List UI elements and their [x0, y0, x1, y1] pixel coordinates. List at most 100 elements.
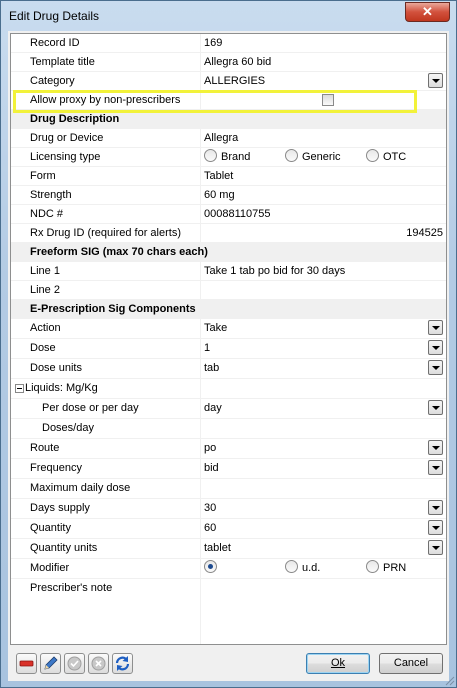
action-row: Action Take	[11, 319, 446, 339]
per-dose-label: Per dose or per day	[29, 399, 201, 418]
form-value[interactable]: Tablet	[202, 167, 446, 186]
max-daily-row: Maximum daily dose	[11, 479, 446, 499]
licensing-otc-option[interactable]: OTC	[366, 148, 406, 166]
radio-button[interactable]	[366, 149, 379, 162]
template-title-label: Template title	[29, 53, 201, 72]
record-id-value[interactable]: 169	[202, 34, 446, 53]
route-row: Route po	[11, 439, 446, 459]
drug-or-device-value[interactable]: Allegra	[202, 129, 446, 148]
action-label: Action	[29, 319, 201, 338]
frequency-label: Frequency	[29, 459, 201, 478]
sig-line2-value[interactable]	[202, 281, 446, 300]
close-icon: ✕	[422, 4, 433, 19]
delete-button[interactable]	[16, 653, 37, 674]
dose-select[interactable]: 1	[202, 339, 446, 358]
close-circle-icon	[91, 656, 106, 671]
quantity-select[interactable]: 60	[202, 519, 446, 538]
licensing-generic-option[interactable]: Generic	[285, 148, 341, 166]
resize-grip-icon[interactable]	[445, 676, 455, 686]
licensing-generic-label: Generic	[302, 151, 341, 163]
section-eprescription: E-Prescription Sig Components	[11, 300, 446, 319]
max-daily-value[interactable]	[202, 479, 446, 498]
chevron-down-icon[interactable]	[428, 73, 443, 88]
template-title-value[interactable]: Allegra 60 bid	[202, 53, 446, 72]
liquids-row: Liquids: Mg/Kg	[11, 379, 446, 399]
sig-line1-row: Line 1 Take 1 tab po bid for 30 days	[11, 262, 446, 281]
chevron-down-icon[interactable]	[428, 440, 443, 455]
ok-label: Ok	[330, 657, 346, 669]
form-label: Form	[29, 167, 201, 186]
dose-units-select[interactable]: tab	[202, 359, 446, 378]
record-id-label: Record ID	[29, 34, 201, 53]
chevron-down-icon[interactable]	[428, 320, 443, 335]
days-supply-value: 30	[204, 502, 217, 514]
close-button[interactable]: ✕	[405, 2, 450, 22]
dialog-client: Record ID 169 Template title Allegra 60 …	[8, 31, 449, 681]
category-select[interactable]: ALLERGIES	[202, 72, 446, 91]
section-title: Drug Description	[30, 113, 120, 125]
modifier-prn-option[interactable]: PRN	[366, 559, 406, 577]
action-select[interactable]: Take	[202, 319, 446, 338]
radio-button[interactable]	[285, 560, 298, 573]
allow-proxy-row: Allow proxy by non-prescribers	[11, 91, 446, 110]
per-dose-select[interactable]: day	[202, 399, 446, 418]
ndc-value[interactable]: 00088110755	[202, 205, 446, 224]
edit-drug-details-window: Edit Drug Details ✕ Record ID 169 Templa…	[0, 0, 457, 688]
radio-button-selected[interactable]	[204, 560, 217, 573]
chevron-down-icon[interactable]	[428, 520, 443, 535]
ok-button[interactable]: Ok	[306, 653, 370, 674]
chevron-down-icon[interactable]	[428, 500, 443, 515]
check-circle-icon	[67, 656, 82, 671]
section-title: Freeform SIG (max 70 chars each)	[30, 246, 208, 258]
radio-button[interactable]	[285, 149, 298, 162]
licensing-brand-option[interactable]: Brand	[204, 148, 250, 166]
prescriber-note-value[interactable]	[202, 579, 446, 644]
refresh-button[interactable]	[112, 653, 133, 674]
modifier-ud-option[interactable]: u.d.	[285, 559, 320, 577]
category-row: Category ALLERGIES	[11, 72, 446, 91]
window-title: Edit Drug Details	[9, 9, 100, 23]
section-freeform-sig: Freeform SIG (max 70 chars each)	[11, 243, 446, 262]
collapse-icon[interactable]	[15, 384, 24, 393]
radio-button[interactable]	[204, 149, 217, 162]
modifier-none-option[interactable]	[204, 559, 221, 577]
category-value: ALLERGIES	[204, 75, 266, 87]
licensing-otc-label: OTC	[383, 151, 407, 163]
frequency-row: Frequency bid	[11, 459, 446, 479]
cancel-button[interactable]: Cancel	[379, 653, 443, 674]
allow-proxy-checkbox[interactable]	[322, 94, 334, 106]
quantity-units-row: Quantity units tablet	[11, 539, 446, 559]
edit-button[interactable]	[40, 653, 61, 674]
sig-line1-value[interactable]: Take 1 tab po bid for 30 days	[202, 262, 446, 281]
dose-units-label: Dose units	[29, 359, 201, 378]
confirm-button[interactable]	[64, 653, 85, 674]
pencil-icon	[44, 656, 58, 670]
quantity-value: 60	[204, 522, 217, 534]
title-bar[interactable]: Edit Drug Details ✕	[1, 1, 456, 31]
quantity-units-label: Quantity units	[29, 539, 201, 558]
days-supply-label: Days supply	[29, 499, 201, 518]
modifier-row: Modifier u.d. PRN	[11, 559, 446, 579]
chevron-down-icon[interactable]	[428, 400, 443, 415]
sig-line2-row: Line 2	[11, 281, 446, 300]
licensing-type-label: Licensing type	[29, 148, 201, 167]
ndc-row: NDC # 00088110755	[11, 205, 446, 224]
chevron-down-icon[interactable]	[428, 340, 443, 355]
radio-button[interactable]	[366, 560, 379, 573]
chevron-down-icon[interactable]	[428, 460, 443, 475]
refresh-icon	[115, 656, 130, 671]
doses-day-value[interactable]	[202, 419, 446, 438]
route-select[interactable]: po	[202, 439, 446, 458]
chevron-down-icon[interactable]	[428, 540, 443, 555]
form-row: Form Tablet	[11, 167, 446, 186]
days-supply-select[interactable]: 30	[202, 499, 446, 518]
section-title: E-Prescription Sig Components	[30, 303, 196, 315]
quantity-label: Quantity	[29, 519, 201, 538]
cancel-edit-button[interactable]	[88, 653, 109, 674]
chevron-down-icon[interactable]	[428, 360, 443, 375]
cancel-label: Cancel	[393, 657, 429, 669]
strength-value[interactable]: 60 mg	[202, 186, 446, 205]
rx-drug-id-value[interactable]: 194525	[202, 224, 446, 243]
quantity-units-select[interactable]: tablet	[202, 539, 446, 558]
frequency-select[interactable]: bid	[202, 459, 446, 478]
